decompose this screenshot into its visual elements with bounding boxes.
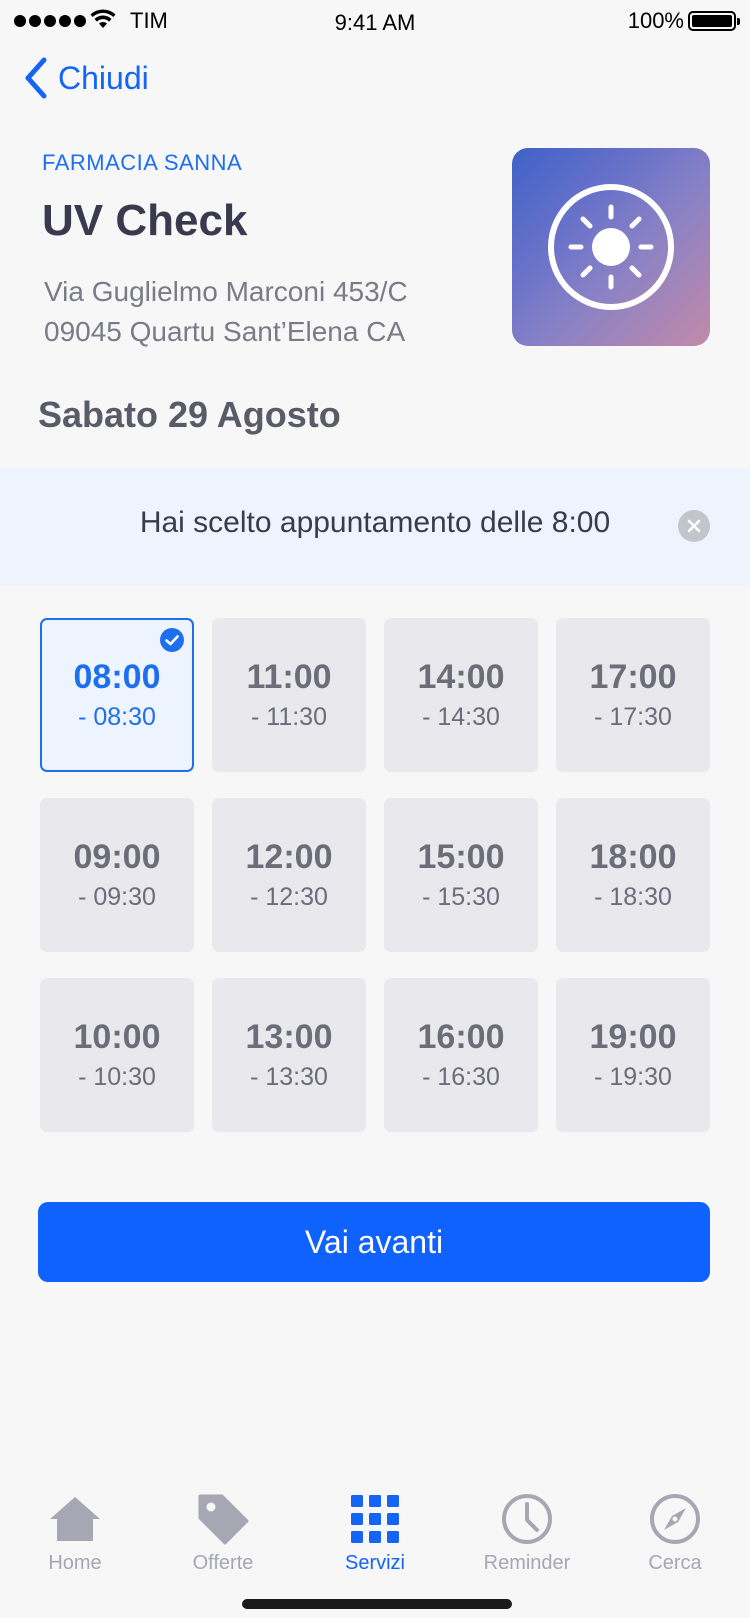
service-title: UV Check xyxy=(42,196,248,245)
time-slot-start: 13:00 xyxy=(245,1018,333,1056)
tab-offerte[interactable]: Offerte xyxy=(148,1492,298,1575)
time-slot-start: 16:00 xyxy=(417,1018,505,1056)
tab-reminder-label: Reminder xyxy=(483,1552,571,1574)
time-slot-start: 15:00 xyxy=(417,838,505,876)
time-slot[interactable]: 10:00 - 10:30 xyxy=(40,978,194,1132)
tab-bar: Home Offerte Servizi Reminder Cerca xyxy=(0,1484,750,1618)
time-slot-grid: 08:00 - 08:30 11:00 - 11:30 14:00 - 14:30 17:0… xyxy=(40,618,710,1132)
tag-icon xyxy=(193,1492,253,1546)
time-slot[interactable]: 19:00 - 19:30 xyxy=(556,978,710,1132)
time-slot[interactable]: 16:00 - 16:30 xyxy=(384,978,538,1132)
time-slot[interactable]: 11:00 - 11:30 xyxy=(212,618,366,772)
continue-button[interactable]: Vai avanti xyxy=(38,1202,710,1282)
time-slot-end: - 17:30 xyxy=(594,703,672,731)
checkmark-icon xyxy=(160,628,184,652)
time-slot[interactable]: 18:00 - 18:30 xyxy=(556,798,710,952)
close-label: Chiudi xyxy=(58,59,149,96)
selection-banner-text: Hai scelto appuntamento delle 8:00 xyxy=(139,506,611,539)
time-slot-end: - 19:30 xyxy=(594,1063,672,1091)
time-slot-end: - 08:30 xyxy=(78,703,156,731)
time-slot[interactable]: 13:00 - 13:30 xyxy=(212,978,366,1132)
home-indicator xyxy=(242,1599,512,1609)
chevron-left-icon xyxy=(25,57,47,99)
time-slot[interactable]: 14:00 - 14:30 xyxy=(384,618,538,772)
time-slot-start: 10:00 xyxy=(73,1018,161,1056)
address-line-1: Via Guglielmo Marconi 453/C xyxy=(44,276,408,307)
time-slot[interactable]: 08:00 - 08:30 xyxy=(40,618,194,772)
time-slot-end: - 16:30 xyxy=(422,1063,500,1091)
selection-banner: Hai scelto appuntamento delle 8:00 xyxy=(0,468,750,586)
status-bar: TIM 9:41 AM 100% xyxy=(0,0,750,44)
tab-servizi-label: Servizi xyxy=(344,1552,405,1574)
home-icon xyxy=(45,1492,105,1546)
close-icon xyxy=(687,519,701,533)
time-slot-start: 08:00 xyxy=(73,658,161,696)
time-slot-start: 12:00 xyxy=(245,838,333,876)
tab-home[interactable]: Home xyxy=(0,1492,150,1575)
appointment-date: Sabato 29 Agosto xyxy=(38,394,341,435)
battery-icon xyxy=(688,11,740,31)
clear-selection-button[interactable] xyxy=(678,510,710,542)
service-image xyxy=(512,148,710,346)
tab-home-label: Home xyxy=(48,1552,102,1574)
sun-icon xyxy=(548,184,674,310)
time-slot-end: - 09:30 xyxy=(78,883,156,911)
pharmacy-name: FARMACIA SANNA xyxy=(42,150,243,175)
time-slot[interactable]: 15:00 - 15:30 xyxy=(384,798,538,952)
tab-servizi[interactable]: Servizi xyxy=(300,1492,450,1575)
time-slot-end: - 11:30 xyxy=(251,703,327,731)
clock-icon xyxy=(497,1492,557,1546)
time-slot-end: - 12:30 xyxy=(250,883,328,911)
time-slot-end: - 10:30 xyxy=(78,1063,156,1091)
close-button[interactable]: Chiudi xyxy=(22,56,149,100)
time-slot-start: 11:00 xyxy=(246,658,332,696)
battery-percentage: 100% xyxy=(627,8,684,33)
time-slot-start: 17:00 xyxy=(589,658,677,696)
time-slot-end: - 15:30 xyxy=(422,883,500,911)
tab-cerca[interactable]: Cerca xyxy=(600,1492,750,1575)
time-slot[interactable]: 12:00 - 12:30 xyxy=(212,798,366,952)
tab-offerte-label: Offerte xyxy=(192,1552,254,1574)
tab-reminder[interactable]: Reminder xyxy=(452,1492,602,1575)
time-slot-start: 19:00 xyxy=(589,1018,677,1056)
time-slot-end: - 13:30 xyxy=(250,1063,328,1091)
grid-icon xyxy=(345,1492,405,1546)
pharmacy-address: Via Guglielmo Marconi 453/C 09045 Quartu… xyxy=(44,272,408,352)
time-slot[interactable]: 09:00 - 09:30 xyxy=(40,798,194,952)
time-slot-start: 18:00 xyxy=(589,838,677,876)
time-slot-end: - 14:30 xyxy=(422,703,500,731)
time-slot-start: 14:00 xyxy=(417,658,505,696)
time-slot-start: 09:00 xyxy=(73,838,161,876)
time-slot-end: - 18:30 xyxy=(594,883,672,911)
address-line-2: 09045 Quartu Sant’Elena CA xyxy=(44,316,406,347)
compass-icon xyxy=(645,1492,705,1546)
time-slot[interactable]: 17:00 - 17:30 xyxy=(556,618,710,772)
tab-cerca-label: Cerca xyxy=(648,1552,702,1574)
